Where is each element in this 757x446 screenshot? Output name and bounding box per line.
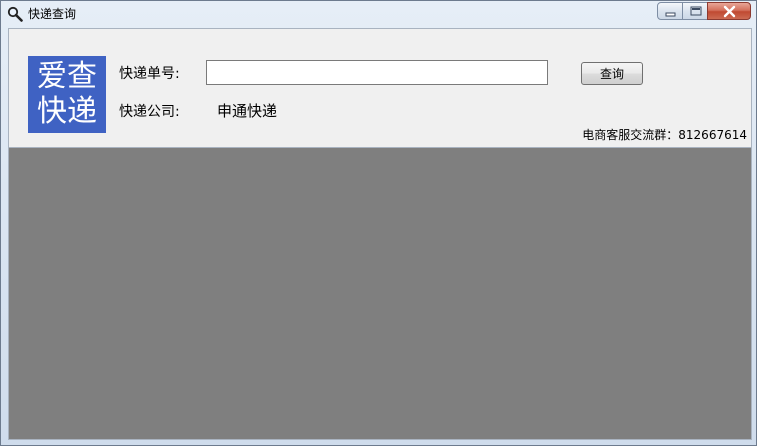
minimize-icon: [665, 12, 676, 17]
maximize-button[interactable]: [682, 2, 708, 20]
caption-buttons: [657, 2, 751, 21]
title-bar[interactable]: 快递查询: [1, 1, 756, 27]
query-button[interactable]: 查询: [581, 62, 643, 85]
tracking-number-input[interactable]: [206, 60, 548, 85]
courier-company-value: 申通快递: [217, 102, 278, 120]
tracking-number-label: 快递单号:: [119, 66, 180, 82]
logo-line-2: 快递: [37, 94, 97, 129]
app-window: 快递查询 爱查 快递 快递单号: 查询 快递公司: 申通快递 电商客服交流群：8…: [0, 0, 757, 446]
window-title: 快递查询: [28, 7, 77, 21]
app-logo: 爱查 快递: [28, 56, 106, 133]
close-button[interactable]: [707, 2, 751, 20]
service-group-info: 电商客服交流群：812667614: [582, 128, 747, 142]
close-icon: [723, 5, 736, 18]
minimize-button[interactable]: [657, 2, 683, 20]
maximize-icon: [690, 6, 702, 16]
courier-company-label: 快递公司:: [119, 104, 180, 120]
logo-line-1: 爱查: [37, 59, 97, 94]
magnifier-icon: [7, 6, 23, 22]
results-area: [8, 148, 752, 440]
query-panel: 爱查 快递 快递单号: 查询 快递公司: 申通快递 电商客服交流群：812667…: [8, 28, 752, 148]
